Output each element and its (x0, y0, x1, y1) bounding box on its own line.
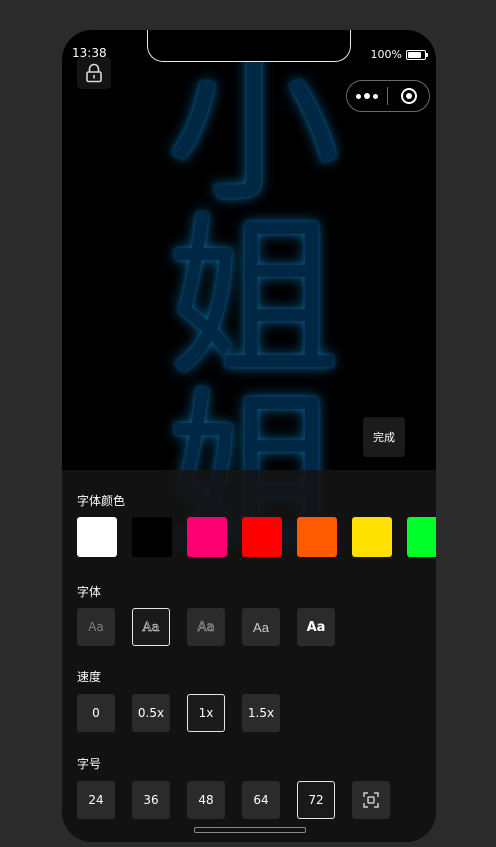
font-option-label: Aa (306, 619, 326, 635)
font-option-selected[interactable]: Aa (132, 608, 170, 646)
font-option[interactable]: Aa (297, 608, 335, 646)
speed-option-0.5x[interactable]: 0.5x (132, 694, 170, 732)
font-section-title: 字体 (77, 585, 102, 599)
size-option-24[interactable]: 24 (77, 781, 115, 819)
speed-option-0[interactable]: 0 (77, 694, 115, 732)
font-row: Aa Aa Aa Aa Aa (77, 608, 352, 646)
size-option-64[interactable]: 64 (242, 781, 280, 819)
color-swatch[interactable] (77, 517, 117, 557)
size-row: 24 36 48 64 72 (77, 781, 407, 819)
color-row (77, 517, 436, 557)
color-swatch[interactable] (407, 517, 436, 557)
color-swatch[interactable] (242, 517, 282, 557)
speed-row: 0 0.5x 1x 1.5x (77, 694, 297, 732)
lock-icon (86, 63, 102, 83)
speed-option-1x[interactable]: 1x (187, 694, 225, 732)
color-swatch[interactable] (352, 517, 392, 557)
more-dot (373, 93, 378, 99)
size-option-36[interactable]: 36 (132, 781, 170, 819)
font-option-label: Aa (197, 619, 215, 635)
fullscreen-button[interactable] (352, 781, 390, 819)
fullscreen-icon (363, 792, 379, 808)
close-mini-program-button[interactable] (388, 87, 429, 105)
font-option[interactable]: Aa (242, 608, 280, 646)
battery-percent: 100% (370, 48, 402, 61)
speed-section-title: 速度 (77, 670, 102, 684)
more-button[interactable] (347, 93, 387, 99)
font-option[interactable]: Aa (187, 608, 225, 646)
size-section-title: 字号 (77, 757, 102, 771)
font-option-label: Aa (88, 620, 104, 634)
target-icon (400, 88, 417, 104)
font-option[interactable]: Aa (77, 608, 115, 646)
mini-program-capsule (346, 80, 430, 112)
font-option-label: Aa (142, 619, 160, 635)
battery-icon (406, 49, 428, 60)
font-option-label: Aa (253, 619, 269, 635)
color-swatch[interactable] (187, 517, 227, 557)
home-indicator[interactable] (194, 827, 306, 833)
size-option-72[interactable]: 72 (297, 781, 335, 819)
size-option-48[interactable]: 48 (187, 781, 225, 819)
phone-screen: 小姐姐 13:38 100% 完成 字体颜色 字体 Aa Aa Aa Aa Aa… (62, 30, 436, 842)
lock-button[interactable] (77, 57, 111, 89)
color-swatch[interactable] (132, 517, 172, 557)
color-section-title: 字体颜色 (77, 494, 126, 508)
more-dots-icon (356, 93, 361, 99)
color-swatch[interactable] (297, 517, 337, 557)
done-button[interactable]: 完成 (363, 417, 405, 457)
notch (147, 30, 351, 62)
status-right: 100% (370, 48, 428, 61)
speed-option-1.5x[interactable]: 1.5x (242, 694, 280, 732)
more-dot (364, 93, 370, 99)
settings-panel: 字体颜色 字体 Aa Aa Aa Aa Aa 速度 0 0.5x 1x 1.5x… (62, 470, 436, 842)
